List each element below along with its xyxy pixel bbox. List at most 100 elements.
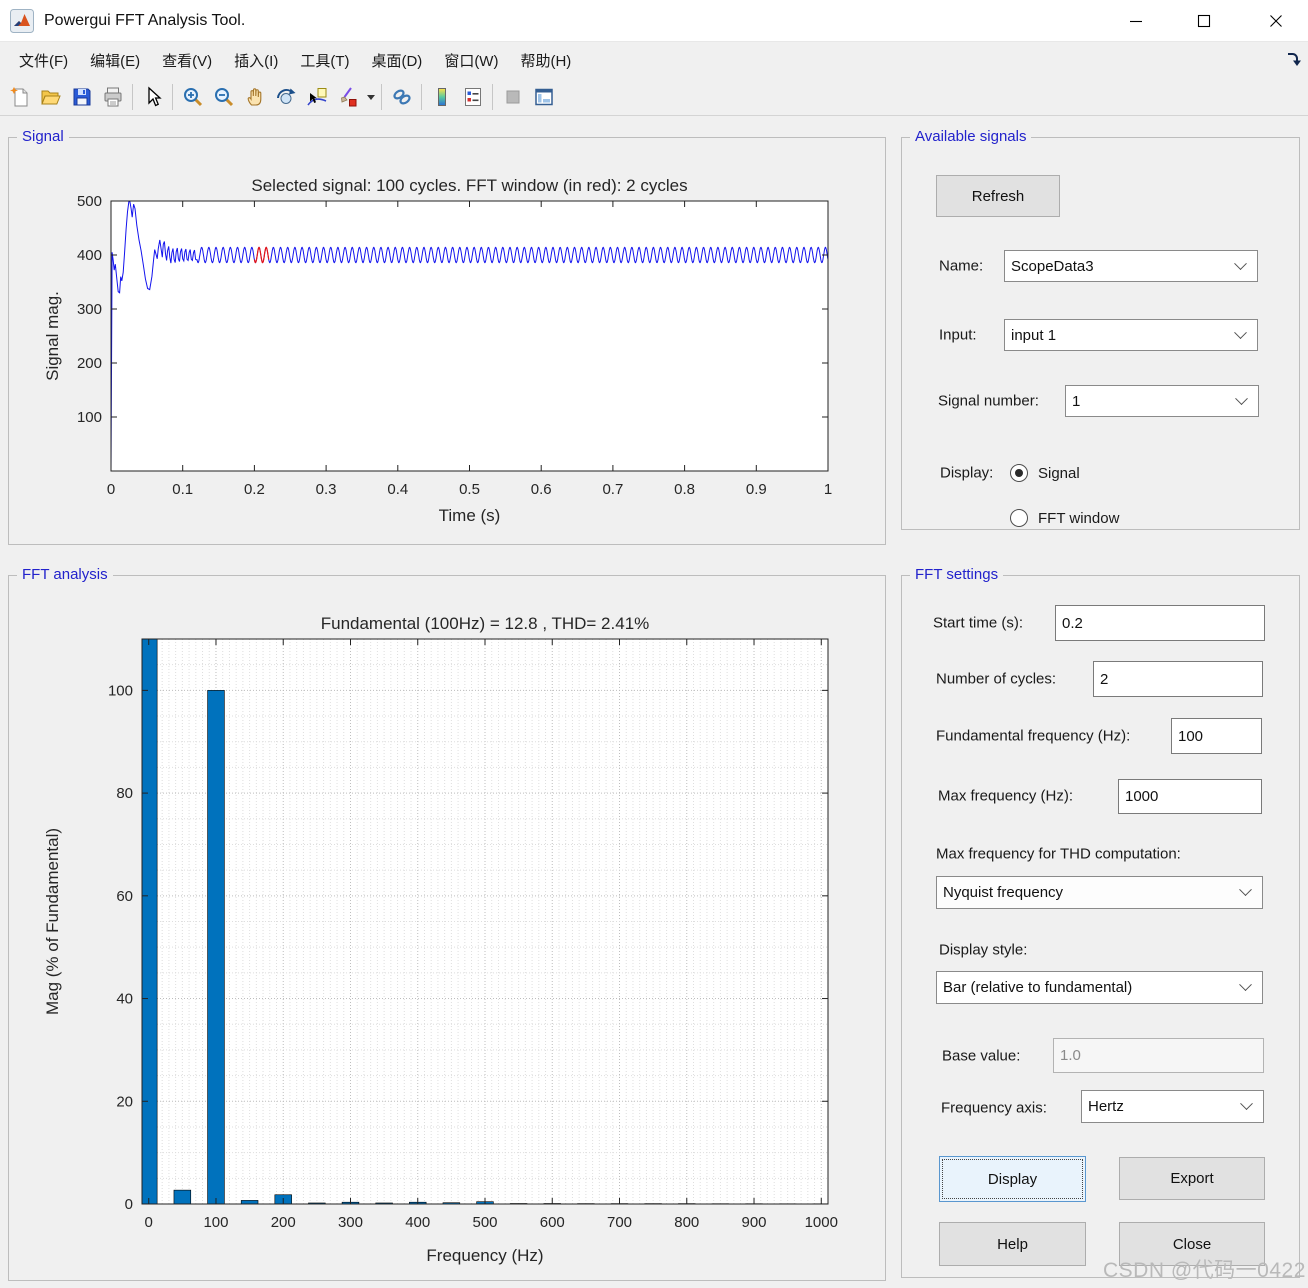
cursor-button[interactable]	[137, 82, 168, 112]
insert-legend-button[interactable]	[457, 82, 488, 112]
fft-settings-label: FFT settings	[910, 566, 1004, 583]
fundamental-freq-label: Fundamental frequency (Hz):	[936, 727, 1131, 745]
signal-chart: 0 0.1 0.2 0.3 0.4 0.5 0.6 0.7 0.8 0.9 1 100 200 300 40…	[43, 176, 832, 525]
available-signals-label: Available signals	[910, 128, 1032, 145]
thd-max-freq-value: Nyquist frequency	[943, 884, 1064, 901]
svg-text:0: 0	[107, 481, 115, 498]
name-select[interactable]: ScopeData3	[1004, 250, 1258, 282]
window-minimize-button[interactable]	[1113, 0, 1159, 42]
svg-text:0.9: 0.9	[746, 481, 767, 498]
svg-text:700: 700	[607, 1214, 632, 1231]
new-button[interactable]	[4, 82, 35, 112]
display-button[interactable]: Display	[939, 1156, 1086, 1202]
thd-max-freq-select[interactable]: Nyquist frequency	[936, 876, 1263, 909]
insert-colorbar-button[interactable]	[426, 82, 457, 112]
svg-text:0: 0	[145, 1214, 153, 1231]
print-button[interactable]	[97, 82, 128, 112]
window-maximize-button[interactable]	[1181, 0, 1227, 42]
hide-plot-tools-button[interactable]	[497, 82, 528, 112]
maximize-icon	[1197, 14, 1211, 28]
brush-button[interactable]	[332, 82, 363, 112]
svg-text:0.6: 0.6	[531, 481, 552, 498]
svg-text:100: 100	[77, 409, 102, 426]
svg-text:100: 100	[203, 1214, 228, 1231]
refresh-button[interactable]: Refresh	[936, 175, 1060, 217]
chevron-down-icon	[1240, 1097, 1253, 1111]
cycles-input[interactable]: 2	[1093, 661, 1263, 697]
frequency-axis-select[interactable]: Hertz	[1081, 1090, 1264, 1123]
menu-item-desktop[interactable]: 桌面(D)	[360, 46, 433, 75]
display-style-select[interactable]: Bar (relative to fundamental)	[936, 971, 1263, 1004]
fundamental-freq-input[interactable]: 100	[1171, 718, 1262, 754]
menu-item-tools[interactable]: 工具(T)	[289, 46, 360, 75]
rotate-3d-button[interactable]	[270, 82, 301, 112]
frequency-axis-value: Hertz	[1088, 1098, 1124, 1115]
fft-analysis-label: FFT analysis	[17, 566, 113, 583]
zoom-in-button[interactable]	[177, 82, 208, 112]
max-freq-label: Max frequency (Hz):	[938, 787, 1074, 805]
zoom-out-icon	[214, 88, 233, 107]
pan-button[interactable]	[239, 82, 270, 112]
window-title: Powergui FFT Analysis Tool.	[44, 12, 246, 29]
menu-item-insert[interactable]: 插入(I)	[223, 46, 289, 75]
display-signal-radio[interactable]	[1010, 464, 1028, 482]
svg-text:1: 1	[824, 481, 832, 498]
data-cursor-icon	[306, 88, 326, 106]
svg-text:Selected signal: 100 cycles. F: Selected signal: 100 cycles. FFT window …	[251, 176, 687, 195]
svg-text:40: 40	[116, 991, 133, 1008]
dock-arrow-icon[interactable]	[1284, 50, 1304, 70]
menu-item-help[interactable]: 帮助(H)	[509, 46, 582, 75]
display-fft-window-radio[interactable]	[1010, 509, 1028, 527]
zoom-out-button[interactable]	[208, 82, 239, 112]
export-button[interactable]: Export	[1119, 1157, 1265, 1200]
menu-item-window[interactable]: 窗口(W)	[433, 46, 509, 75]
help-button[interactable]: Help	[939, 1222, 1086, 1266]
cycles-label: Number of cycles:	[936, 670, 1057, 688]
svg-text:900: 900	[742, 1214, 767, 1231]
max-freq-input[interactable]: 1000	[1118, 779, 1262, 814]
start-time-input[interactable]: 0.2	[1055, 605, 1265, 641]
cursor-icon	[147, 86, 162, 107]
rotate-3d-icon	[276, 88, 295, 104]
svg-text:600: 600	[540, 1214, 565, 1231]
display-signal-radio-label[interactable]: Signal	[1038, 465, 1080, 482]
fft-analysis-panel: FFT analysis 0 100 200 300 400 500 600 700 800 90…	[8, 566, 886, 1281]
display-label: Display:	[940, 464, 994, 482]
save-button[interactable]	[66, 82, 97, 112]
menu-item-view[interactable]: 查看(V)	[151, 46, 223, 75]
input-select[interactable]: input 1	[1004, 319, 1258, 351]
show-plot-tools-button[interactable]	[528, 82, 559, 112]
signal-number-value: 1	[1072, 392, 1081, 410]
input-label: Input:	[939, 326, 977, 344]
menu-item-file[interactable]: 文件(F)	[8, 46, 79, 75]
pan-hand-icon	[247, 88, 261, 106]
chevron-down-icon	[1239, 978, 1252, 992]
insert-legend-icon	[464, 88, 481, 106]
svg-text:0.1: 0.1	[172, 481, 193, 498]
fft-settings-panel: FFT settings Start time (s): 0.2 Number …	[901, 566, 1300, 1278]
svg-text:0.8: 0.8	[674, 481, 695, 498]
open-button[interactable]	[35, 82, 66, 112]
svg-text:1000: 1000	[805, 1214, 838, 1231]
svg-text:0.3: 0.3	[316, 481, 337, 498]
available-signals-panel: Available signals Refresh Name: ScopeDat…	[901, 128, 1300, 530]
base-value-label: Base value:	[942, 1047, 1021, 1065]
svg-text:60: 60	[116, 888, 133, 905]
svg-text:20: 20	[116, 1093, 133, 1110]
display-style-value: Bar (relative to fundamental)	[943, 979, 1133, 996]
svg-text:200: 200	[271, 1214, 296, 1231]
svg-text:0.7: 0.7	[602, 481, 623, 498]
chevron-down-icon	[1235, 391, 1248, 405]
brush-dropdown-button[interactable]	[363, 82, 377, 112]
caret-down-icon	[366, 94, 375, 100]
watermark: CSDN @代码一0422	[1103, 1259, 1306, 1282]
signal-number-select[interactable]: 1	[1065, 385, 1259, 417]
link-plots-button[interactable]	[386, 82, 417, 112]
window-close-button[interactable]	[1253, 0, 1299, 42]
toolbar-separator	[492, 84, 493, 110]
display-fft-window-radio-label[interactable]: FFT window	[1038, 510, 1119, 527]
data-cursor-button[interactable]	[301, 82, 332, 112]
svg-text:400: 400	[405, 1214, 430, 1231]
input-value: input 1	[1011, 326, 1057, 344]
menu-item-edit[interactable]: 编辑(E)	[79, 46, 151, 75]
